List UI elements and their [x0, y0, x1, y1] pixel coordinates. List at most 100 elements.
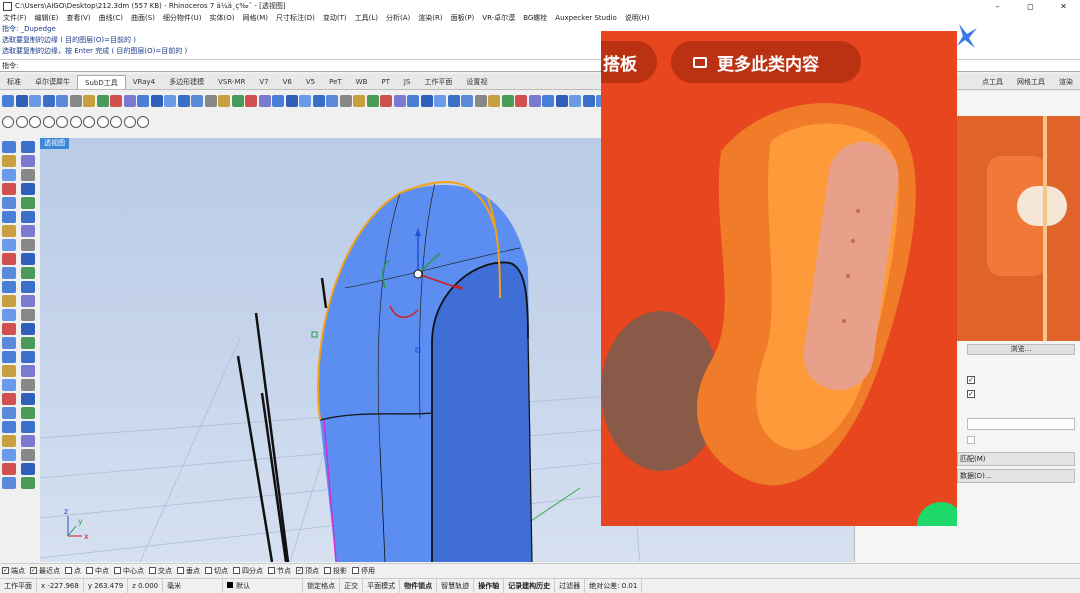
model-surface[interactable]	[318, 182, 533, 562]
subd-tool-icon[interactable]	[555, 95, 568, 107]
tab-vsr[interactable]: VSR-MR	[211, 75, 252, 89]
status-toggle[interactable]: 智慧轨迹	[437, 578, 475, 593]
status-toggle[interactable]: 物件锁点	[400, 578, 438, 593]
more-similar-content-button[interactable]: 更多此类内容	[671, 41, 861, 83]
osnap-checkbox[interactable]	[205, 567, 212, 574]
menu-item[interactable]: 说明(H)	[625, 13, 650, 23]
subd-tool-icon[interactable]	[434, 95, 446, 107]
cplane-label[interactable]: 工作平面	[0, 578, 37, 593]
match-button[interactable]: 匹配(M)	[957, 452, 1075, 466]
subd-tool-icon[interactable]	[56, 95, 68, 107]
left-tool-icon[interactable]	[21, 183, 35, 195]
osnap-5[interactable]: 交点	[149, 566, 172, 576]
subd-tool-icon[interactable]	[29, 116, 41, 128]
subd-tool-icon[interactable]	[461, 95, 473, 107]
left-tool-icon[interactable]	[21, 407, 35, 419]
subd-tool-icon[interactable]	[312, 95, 325, 107]
menu-item[interactable]: 工具(L)	[355, 13, 378, 23]
layer-indicator[interactable]: 默认	[223, 578, 304, 593]
panel-checkbox[interactable]: ✓	[967, 390, 975, 398]
subd-tool-icon[interactable]	[353, 95, 365, 107]
menu-item[interactable]: 查看(V)	[66, 13, 90, 23]
osnap-6[interactable]: 垂点	[177, 566, 200, 576]
subd-tool-icon[interactable]	[447, 95, 460, 107]
left-tool-icon[interactable]	[21, 281, 35, 293]
left-tool-icon[interactable]	[21, 351, 35, 363]
left-tool-icon[interactable]	[2, 407, 16, 419]
subd-tool-icon[interactable]	[83, 95, 95, 107]
tab-point-tools[interactable]: 点工具	[975, 75, 1010, 89]
menu-item[interactable]: 尺寸标注(D)	[276, 13, 315, 23]
osnap-10[interactable]: ✓ 顶点	[296, 566, 319, 576]
subd-tool-icon[interactable]	[137, 95, 149, 107]
osnap-checkbox[interactable]	[65, 567, 72, 574]
subd-tool-icon[interactable]	[69, 116, 82, 128]
left-tool-icon[interactable]	[21, 225, 35, 237]
overlay-button-board[interactable]: 搭板	[601, 41, 657, 83]
subd-tool-icon[interactable]	[137, 116, 149, 128]
subd-tool-icon[interactable]	[15, 95, 28, 107]
subd-tool-icon[interactable]	[123, 116, 136, 128]
left-tool-icon[interactable]	[21, 449, 35, 461]
tab-pet[interactable]: PeT	[322, 75, 349, 89]
left-tool-icon[interactable]	[21, 323, 35, 335]
status-toggle[interactable]: 过滤器	[555, 578, 586, 593]
left-tool-icon[interactable]	[2, 337, 16, 349]
osnap-checkbox[interactable]	[324, 567, 331, 574]
tab-subd[interactable]: SubD工具	[77, 75, 126, 89]
subd-tool-icon[interactable]	[29, 95, 41, 107]
menu-item[interactable]: 编辑(E)	[35, 13, 59, 23]
subd-tool-icon[interactable]	[110, 116, 122, 128]
overlay-image-popup[interactable]: 搭板 更多此类内容	[601, 31, 957, 526]
left-tool-icon[interactable]	[2, 267, 16, 279]
left-tool-icon[interactable]	[21, 421, 35, 433]
tab-vray4[interactable]: VRay4	[126, 75, 162, 89]
tab-render[interactable]: 渲染	[1052, 75, 1080, 89]
tab-pt[interactable]: PT	[374, 75, 397, 89]
tab-mesh-tools[interactable]: 网格工具	[1010, 75, 1052, 89]
left-tool-icon[interactable]	[2, 435, 16, 447]
left-tool-icon[interactable]	[2, 253, 16, 265]
subd-tool-icon[interactable]	[204, 95, 217, 107]
minimize-button[interactable]: –	[981, 0, 1014, 12]
status-toggle[interactable]: 正交	[340, 578, 364, 593]
subd-tool-icon[interactable]	[15, 116, 28, 128]
browse-button[interactable]: 浏览...	[967, 344, 1075, 355]
subd-tool-icon[interactable]	[501, 95, 514, 107]
subd-tool-icon[interactable]	[191, 95, 203, 107]
osnap-checkbox[interactable]: ✓	[30, 567, 37, 574]
status-toggle[interactable]: 记录建构历史	[504, 578, 556, 593]
tab-wb[interactable]: WB	[349, 75, 375, 89]
close-button[interactable]: ✕	[1047, 0, 1080, 12]
osnap-checkbox[interactable]: ✓	[2, 567, 9, 574]
subd-tool-icon[interactable]	[231, 95, 244, 107]
left-tool-icon[interactable]	[2, 449, 16, 461]
osnap-11[interactable]: 投影	[324, 566, 347, 576]
subd-tool-icon[interactable]	[123, 95, 136, 107]
osnap-4[interactable]: 中心点	[114, 566, 144, 576]
menu-item[interactable]: VR-卓尔漠	[482, 13, 515, 23]
left-tool-icon[interactable]	[2, 211, 16, 223]
subd-tool-icon[interactable]	[150, 95, 163, 107]
subd-tool-icon[interactable]	[407, 95, 419, 107]
tab-v6[interactable]: V6	[276, 75, 299, 89]
left-tool-icon[interactable]	[2, 323, 16, 335]
subd-tool-icon[interactable]	[582, 95, 595, 107]
left-tool-icon[interactable]	[21, 463, 35, 475]
subd-tool-icon[interactable]	[69, 95, 82, 107]
left-tool-icon[interactable]	[2, 393, 16, 405]
menu-item[interactable]: 面板(P)	[451, 13, 475, 23]
left-tool-icon[interactable]	[2, 351, 16, 363]
subd-tool-icon[interactable]	[272, 95, 284, 107]
tab-cplane[interactable]: 工作平面	[417, 75, 459, 89]
subd-tool-icon[interactable]	[285, 95, 298, 107]
subd-tool-icon[interactable]	[299, 95, 311, 107]
tab-v5[interactable]: V5	[299, 75, 322, 89]
left-tool-icon[interactable]	[2, 197, 16, 209]
menu-item[interactable]: 变动(T)	[323, 13, 347, 23]
menu-item[interactable]: 细分物件(U)	[163, 13, 202, 23]
menu-item[interactable]: Auxpecker Studio	[555, 14, 616, 22]
tab-standard[interactable]: 标准	[0, 75, 28, 89]
osnap-checkbox[interactable]	[86, 567, 93, 574]
subd-tool-icon[interactable]	[245, 95, 257, 107]
